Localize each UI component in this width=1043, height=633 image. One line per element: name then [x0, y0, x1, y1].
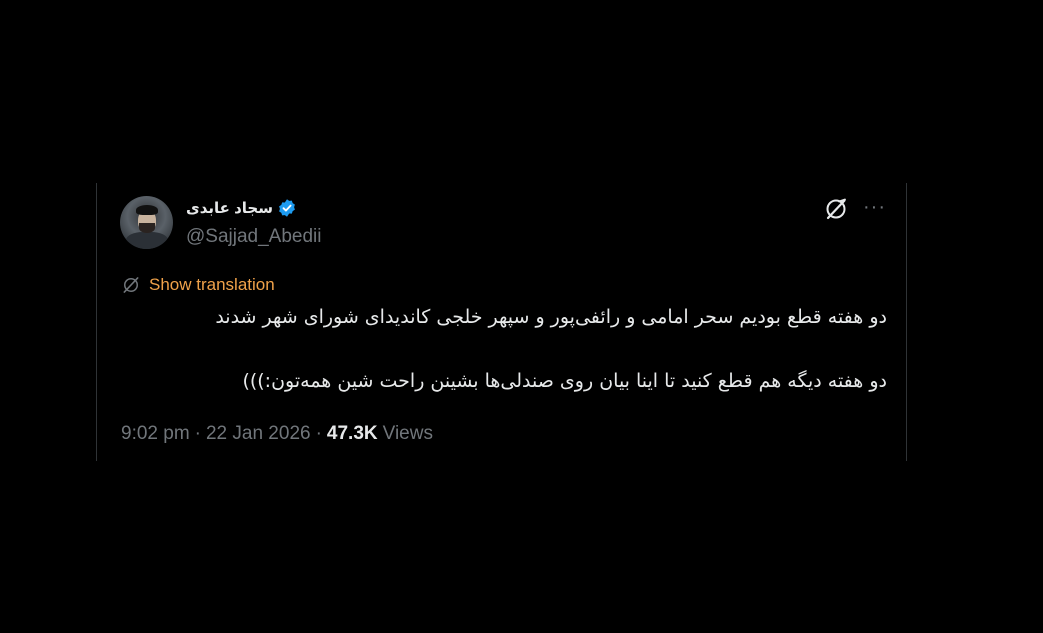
tweet-text-line-2: دو هفته دیگه هم قطع کنید تا اینا بیان رو… — [242, 370, 887, 392]
avatar-beard — [139, 223, 155, 233]
meta-separator: · — [315, 423, 322, 444]
verified-badge-icon — [279, 199, 295, 217]
meta-separator: · — [194, 423, 201, 444]
tweet-time[interactable]: 9:02 pm — [121, 423, 190, 445]
tweet-text-line-1: دو هفته قطع بودیم سحر امامی و رائفی‌پور … — [215, 306, 887, 328]
tweet-card[interactable]: سجاد عابدی @Sajjad_Abedii ··· Show trans… — [96, 183, 907, 461]
avatar-hair — [136, 205, 158, 215]
avatar-shirt — [126, 232, 168, 249]
author-handle[interactable]: @Sajjad_Abedii — [186, 226, 322, 248]
show-translation-link[interactable]: Show translation — [149, 275, 275, 295]
tweet-meta-row: 9:02 pm · 22 Jan 2026 · 47.3K Views — [121, 423, 433, 445]
views-count[interactable]: 47.3K — [327, 423, 378, 445]
grok-icon[interactable] — [824, 197, 848, 221]
more-options-icon[interactable]: ··· — [863, 197, 885, 221]
author-name-row[interactable]: سجاد عابدی — [186, 198, 297, 218]
translate-icon — [123, 277, 139, 293]
page: سجاد عابدی @Sajjad_Abedii ··· Show trans… — [0, 0, 1043, 633]
views-label: Views — [382, 423, 433, 444]
avatar[interactable] — [120, 196, 173, 249]
translation-row[interactable]: Show translation — [121, 275, 275, 295]
author-display-name[interactable]: سجاد عابدی — [186, 199, 273, 217]
tweet-date[interactable]: 22 Jan 2026 — [206, 423, 311, 445]
